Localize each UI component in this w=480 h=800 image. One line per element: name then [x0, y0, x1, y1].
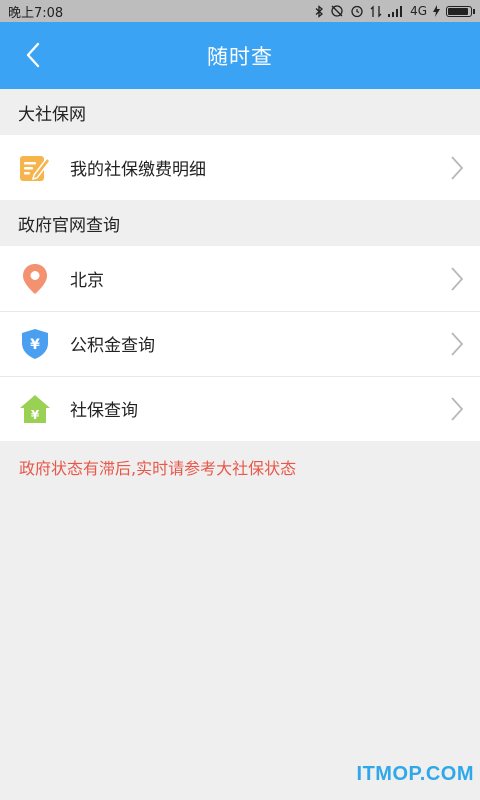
list-item-label: 我的社保缴费明细: [70, 160, 206, 180]
list-item-payment-details[interactable]: 我的社保缴费明细: [0, 135, 480, 200]
chevron-right-icon: [451, 396, 464, 421]
list-item-beijing[interactable]: 北京: [0, 246, 480, 311]
chevron-right-icon: [451, 155, 464, 180]
section-header-dashebao: 大社保网: [0, 89, 480, 135]
back-button[interactable]: [10, 32, 56, 78]
svg-text:¥: ¥: [30, 337, 40, 353]
location-pin-icon: [18, 262, 52, 296]
yuan-house-icon: ¥: [18, 392, 52, 426]
chevron-right-icon: [451, 266, 464, 291]
list-item-social-security[interactable]: ¥ 社保查询: [0, 376, 480, 441]
status-time: 晚上7:08: [8, 5, 64, 21]
title-bar: 随时查: [0, 22, 480, 89]
list-item-label: 社保查询: [70, 401, 138, 421]
charging-icon: [433, 5, 440, 17]
data-transfer-icon: [370, 4, 382, 18]
content: 大社保网 我的社保缴费明细 政府官网查询 北京 ¥ 公积金查询 ¥ 社保查询 政…: [0, 89, 480, 479]
battery-icon: [446, 5, 475, 17]
notice-text: 政府状态有滞后,实时请参考大社保状态: [19, 459, 297, 478]
network-type: 4G: [410, 4, 427, 18]
bluetooth-icon: [315, 4, 324, 18]
chevron-left-icon: [26, 42, 40, 68]
list-item-housing-fund[interactable]: ¥ 公积金查询: [0, 311, 480, 376]
alarm-icon: [351, 5, 363, 18]
status-icons: 4G: [314, 4, 475, 18]
sync-off-icon: [331, 5, 343, 17]
list-item-label: 北京: [70, 271, 104, 291]
section-header-government: 政府官网查询: [0, 200, 480, 246]
list-item-label: 公积金查询: [70, 336, 155, 356]
page-title: 随时查: [207, 44, 273, 69]
status-bar: 晚上7:08 4G: [0, 0, 480, 22]
svg-text:¥: ¥: [31, 408, 40, 422]
signal-icon: [388, 5, 403, 17]
yuan-shield-icon: ¥: [18, 327, 52, 361]
edit-note-icon: [18, 151, 52, 185]
chevron-right-icon: [451, 331, 464, 356]
watermark: ITMOP.COM: [356, 763, 474, 785]
